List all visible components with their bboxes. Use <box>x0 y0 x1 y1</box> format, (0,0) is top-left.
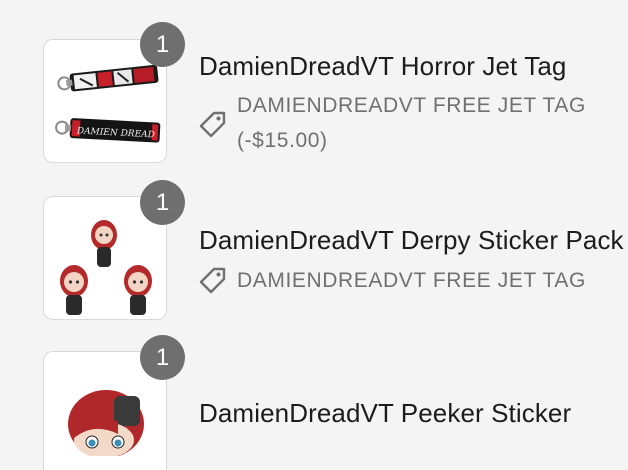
tag-icon <box>199 111 226 138</box>
quantity-badge: 1 <box>140 180 185 225</box>
quantity-badge: 1 <box>140 22 185 67</box>
tag-icon <box>199 267 226 294</box>
quantity-badge: 1 <box>140 335 185 380</box>
order-item-list: DAMIEN DREAD 1 DamienDreadVT Horror Jet … <box>0 0 628 470</box>
product-title[interactable]: DamienDreadVT Peeker Sticker <box>199 398 571 429</box>
discount-code: DAMIENDREADVT FREE JET TAG <box>237 269 586 292</box>
discount-code: DAMIENDREADVT FREE JET TAG (-$15.00) <box>237 94 586 152</box>
discount-line: DAMIENDREADVT FREE JET TAG <box>199 263 628 298</box>
product-title[interactable]: DamienDreadVT Derpy Sticker Pack <box>199 225 624 256</box>
product-title[interactable]: DamienDreadVT Horror Jet Tag <box>199 51 566 82</box>
discount-line: DAMIENDREADVT FREE JET TAG (-$15.00) <box>199 88 628 160</box>
